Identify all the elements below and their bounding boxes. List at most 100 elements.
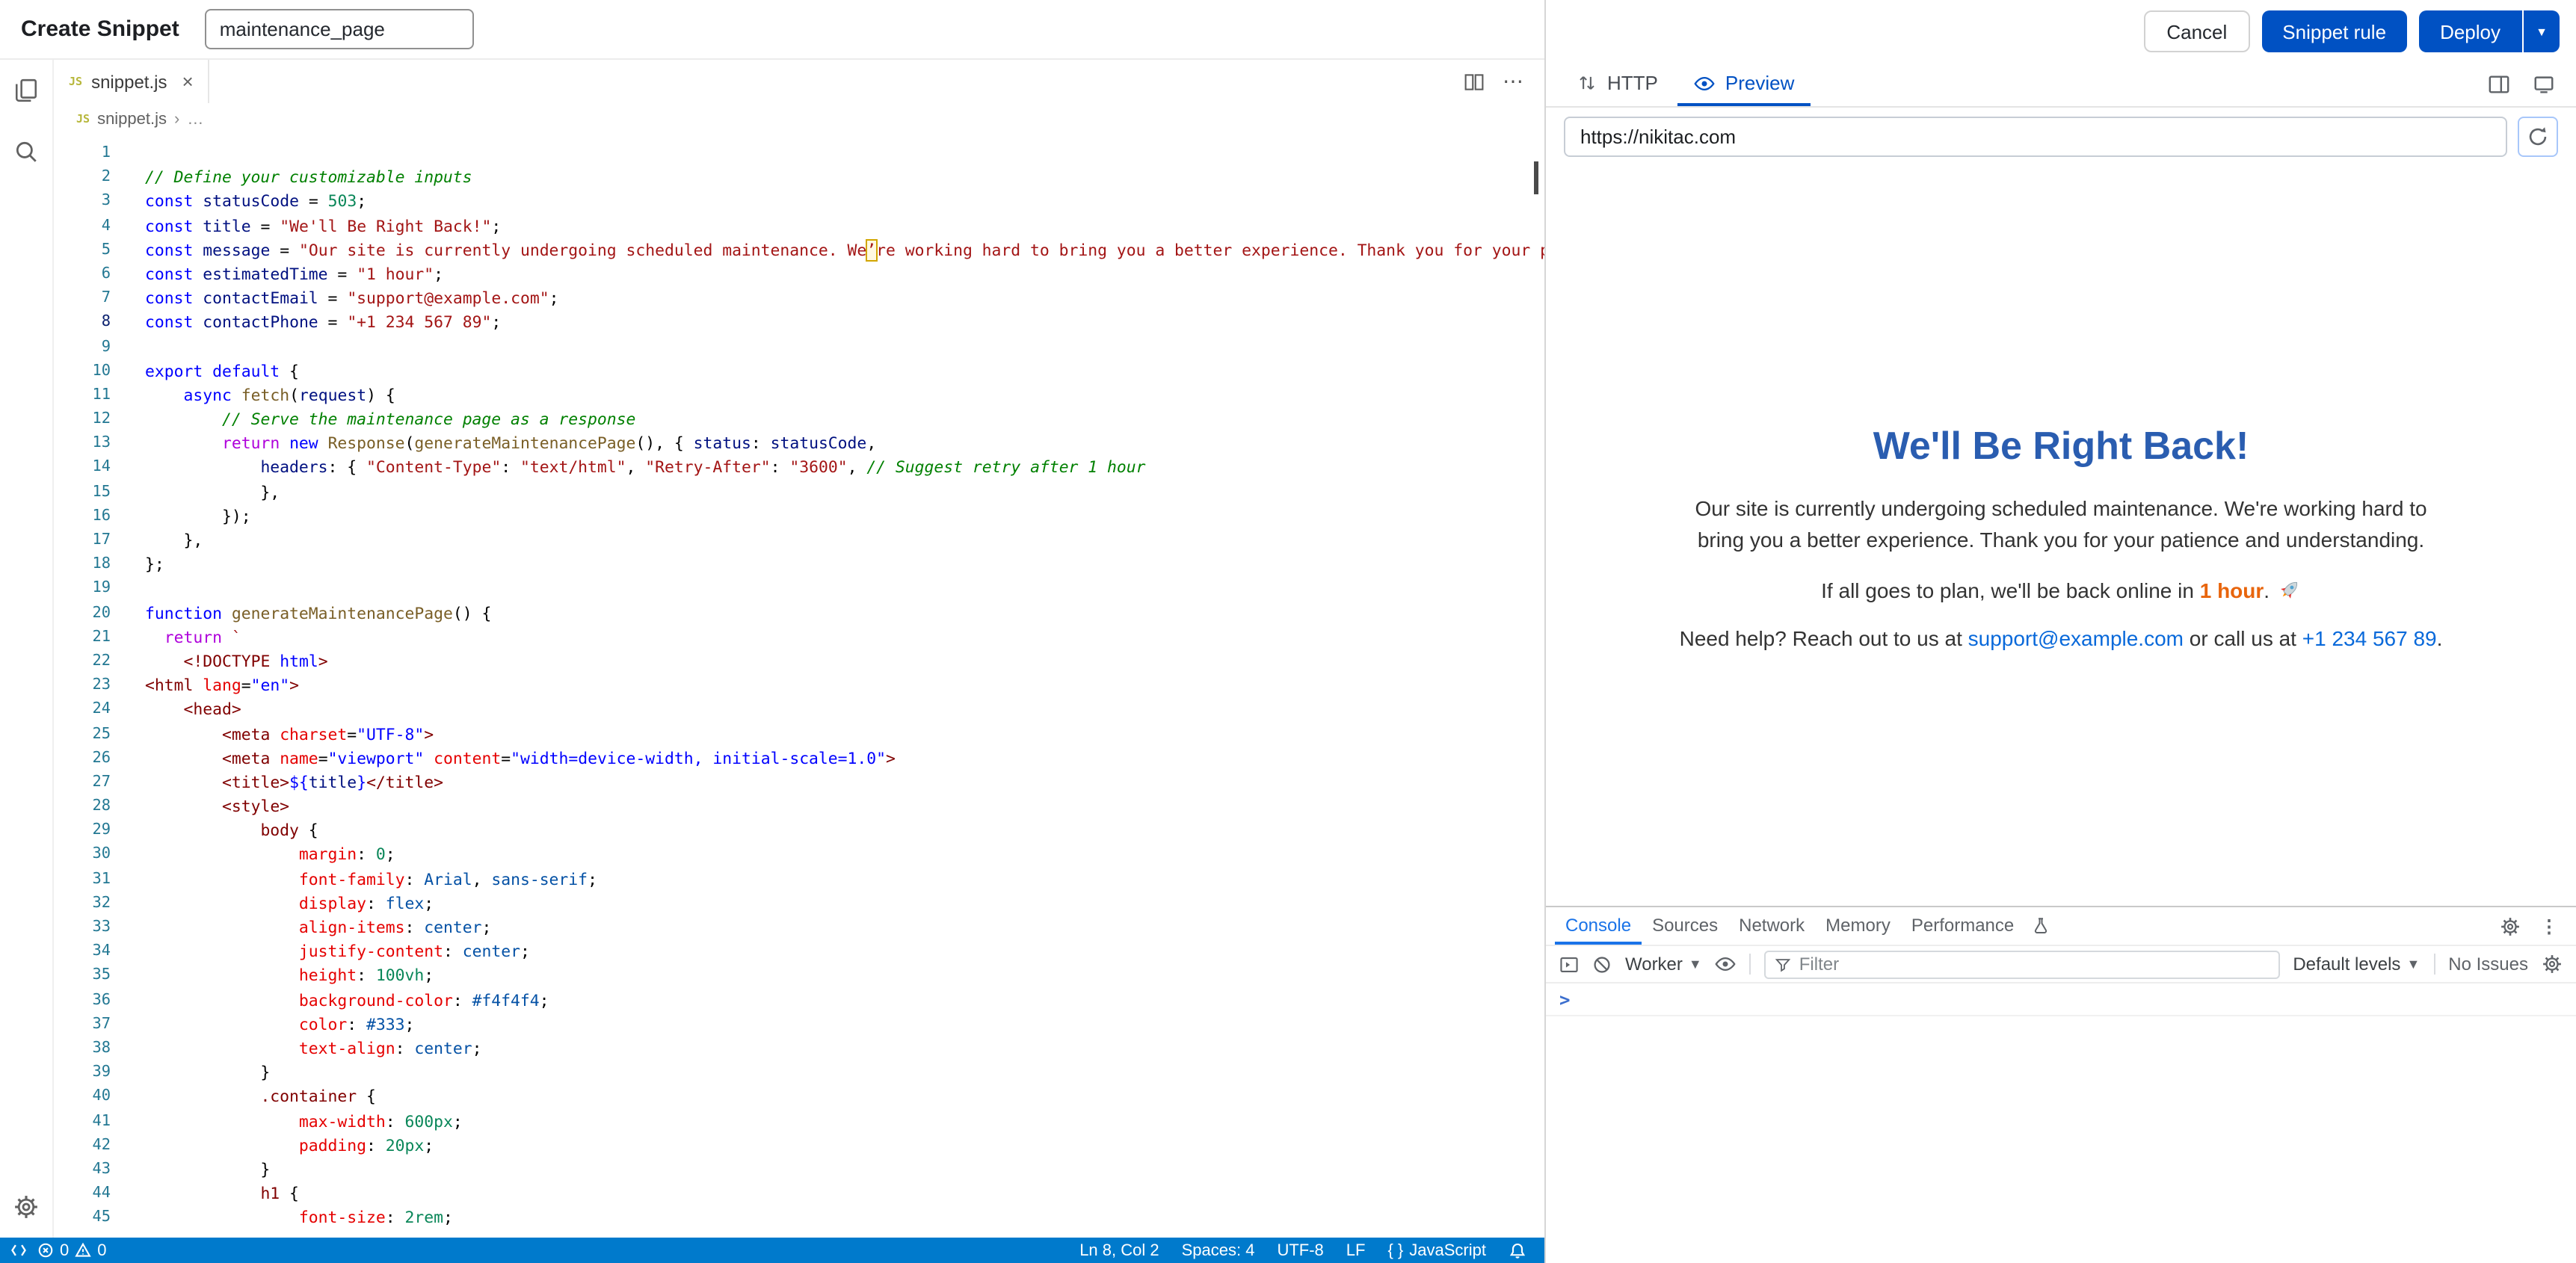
code-text: });	[111, 505, 251, 529]
code-line[interactable]: 28 <style>	[54, 795, 1544, 819]
code-line[interactable]: 33 align-items: center;	[54, 916, 1544, 940]
console-prompt-row[interactable]: >	[1546, 983, 2576, 1016]
code-line[interactable]: 20function generateMaintenancePage() {	[54, 602, 1544, 626]
console-sidebar-icon[interactable]	[1559, 954, 1579, 974]
devtools-tab-console[interactable]: Console	[1555, 907, 1642, 945]
live-expression-eye-icon[interactable]	[1716, 954, 1737, 975]
code-text: export default {	[111, 359, 299, 383]
log-levels-selector[interactable]: Default levels ▼	[2293, 954, 2420, 975]
code-line[interactable]: 25 <meta charset="UTF-8">	[54, 723, 1544, 747]
language-mode[interactable]: { } JavaScript	[1387, 1241, 1486, 1259]
url-input[interactable]	[1564, 117, 2507, 157]
code-line[interactable]: 34 justify-content: center;	[54, 940, 1544, 964]
code-line[interactable]: 35 height: 100vh;	[54, 965, 1544, 989]
code-line[interactable]: 40 .container {	[54, 1086, 1544, 1110]
devtools-tab-network[interactable]: Network	[1728, 907, 1815, 945]
code-line[interactable]: 37 color: #333;	[54, 1013, 1544, 1037]
eol-sequence[interactable]: LF	[1346, 1241, 1366, 1259]
code-line[interactable]: 43 }	[54, 1158, 1544, 1182]
eta-prefix: If all goes to plan, we'll be back onlin…	[1821, 578, 2200, 602]
code-line[interactable]: 5const message = "Our site is currently …	[54, 239, 1544, 263]
code-line[interactable]: 38 text-align: center;	[54, 1037, 1544, 1061]
code-line[interactable]: 1	[54, 142, 1544, 166]
problems-indicator[interactable]: 0 0	[37, 1241, 107, 1259]
support-email-link[interactable]: support@example.com	[1968, 626, 2184, 649]
code-line[interactable]: 23<html lang="en">	[54, 674, 1544, 698]
code-line[interactable]: 8const contactPhone = "+1 234 567 89";	[54, 312, 1544, 336]
console-output[interactable]: >	[1546, 983, 2576, 1263]
code-line[interactable]: 7const contactEmail = "support@example.c…	[54, 287, 1544, 311]
settings-gear-icon[interactable]	[13, 1194, 39, 1220]
experiments-flask-icon[interactable]	[2024, 907, 2057, 945]
code-line[interactable]: 32 display: flex;	[54, 892, 1544, 916]
encoding[interactable]: UTF-8	[1277, 1241, 1323, 1259]
refresh-button[interactable]	[2518, 117, 2558, 157]
code-line[interactable]: 42 padding: 20px;	[54, 1134, 1544, 1158]
code-editor[interactable]: 12// Define your customizable inputs3con…	[54, 135, 1544, 1238]
code-line[interactable]: 4const title = "We'll Be Right Back!";	[54, 214, 1544, 238]
remote-indicator-icon[interactable]	[10, 1242, 27, 1259]
indentation[interactable]: Spaces: 4	[1182, 1241, 1255, 1259]
code-line[interactable]: 3const statusCode = 503;	[54, 191, 1544, 214]
devtools-tab-sources[interactable]: Sources	[1642, 907, 1728, 945]
notifications-bell-icon[interactable]	[1509, 1241, 1526, 1259]
devtools-tab-performance[interactable]: Performance	[1901, 907, 2024, 945]
more-actions-icon[interactable]: ⋯	[1503, 69, 1525, 94]
split-editor-icon[interactable]	[1464, 71, 1485, 92]
issues-counter[interactable]: No Issues	[2448, 954, 2528, 975]
code-line[interactable]: 26 <meta name="viewport" content="width=…	[54, 747, 1544, 771]
code-line[interactable]: 22 <!DOCTYPE html>	[54, 650, 1544, 674]
tab-preview[interactable]: Preview	[1677, 63, 1811, 106]
search-icon[interactable]	[13, 139, 39, 164]
maintenance-eta: If all goes to plan, we'll be back onlin…	[1642, 578, 2480, 602]
code-line[interactable]: 9	[54, 336, 1544, 359]
status-bar: 0 0 Ln 8, Col 2 Spaces: 4 UTF-8 LF { } J…	[0, 1238, 1544, 1263]
breadcrumb[interactable]: JS snippet.js › …	[54, 103, 1544, 135]
device-screen-icon[interactable]	[2533, 73, 2555, 96]
code-line[interactable]: 41 max-width: 600px;	[54, 1110, 1544, 1134]
phone-link[interactable]: +1 234 567 89	[2302, 626, 2437, 649]
code-line[interactable]: 16 });	[54, 505, 1544, 529]
code-line[interactable]: 31 font-family: Arial, sans-serif;	[54, 868, 1544, 892]
code-line[interactable]: 29 body {	[54, 820, 1544, 844]
code-line[interactable]: 39 }	[54, 1061, 1544, 1085]
snippet-rule-button[interactable]: Snippet rule	[2261, 10, 2407, 52]
code-line[interactable]: 13 return new Response(generateMaintenan…	[54, 433, 1544, 457]
devtools-tab-memory[interactable]: Memory	[1815, 907, 1901, 945]
code-line[interactable]: 6const estimatedTime = "1 hour";	[54, 263, 1544, 287]
clear-console-icon[interactable]	[1592, 954, 1612, 974]
scrollbar-thumb[interactable]	[1534, 161, 1538, 194]
console-settings-gear-icon[interactable]	[2542, 954, 2563, 975]
cursor-position[interactable]: Ln 8, Col 2	[1079, 1241, 1159, 1259]
code-line[interactable]: 2// Define your customizable inputs	[54, 166, 1544, 190]
snippet-name-input[interactable]	[205, 9, 474, 49]
code-line[interactable]: 30 margin: 0;	[54, 844, 1544, 868]
files-copy-icon[interactable]	[13, 78, 39, 103]
code-line[interactable]: 14 headers: { "Content-Type": "text/html…	[54, 457, 1544, 481]
panel-layout-icon[interactable]	[2488, 73, 2510, 96]
code-line[interactable]: 27 <title>${title}</title>	[54, 771, 1544, 795]
kebab-menu-icon[interactable]: ⋮	[2540, 915, 2558, 936]
code-line[interactable]: 44 h1 {	[54, 1182, 1544, 1206]
tab-http[interactable]: HTTP	[1561, 63, 1674, 106]
tab-snippet-js[interactable]: JS snippet.js ×	[54, 60, 210, 103]
code-line[interactable]: 11 async fetch(request) {	[54, 384, 1544, 408]
code-line[interactable]: 17 },	[54, 529, 1544, 553]
code-line[interactable]: 12 // Serve the maintenance page as a re…	[54, 408, 1544, 432]
code-line[interactable]: 45 font-size: 2rem;	[54, 1207, 1544, 1231]
deploy-dropdown-button[interactable]: ▼	[2524, 10, 2560, 52]
execution-context-selector[interactable]: Worker ▼	[1625, 954, 1702, 975]
code-line[interactable]: 24 <head>	[54, 699, 1544, 723]
deploy-button[interactable]: Deploy	[2419, 10, 2521, 52]
close-tab-icon[interactable]: ×	[182, 70, 193, 93]
code-line[interactable]: 21 return `	[54, 626, 1544, 650]
code-line[interactable]: 36 background-color: #f4f4f4;	[54, 989, 1544, 1013]
code-line[interactable]: 15 },	[54, 481, 1544, 504]
devtools-settings-gear-icon[interactable]	[2500, 915, 2521, 936]
cancel-button[interactable]: Cancel	[2144, 10, 2249, 52]
editor-scrollbar[interactable]	[1528, 135, 1544, 1238]
code-line[interactable]: 18};	[54, 553, 1544, 577]
code-line[interactable]: 19	[54, 578, 1544, 602]
code-line[interactable]: 10export default {	[54, 359, 1544, 383]
console-filter-input[interactable]: Filter	[1765, 950, 2280, 978]
